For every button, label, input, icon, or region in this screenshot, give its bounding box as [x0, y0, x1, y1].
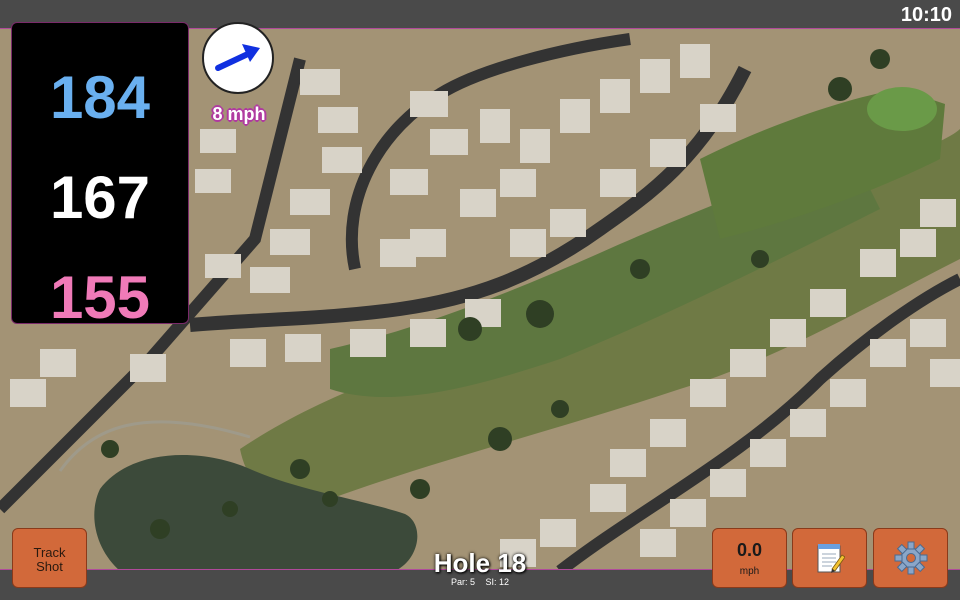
distance-front: 155 — [49, 264, 151, 331]
notes-button[interactable] — [792, 528, 867, 588]
speed-value: 0.0 — [736, 540, 763, 560]
track-shot-button[interactable]: Track Shot — [12, 528, 87, 588]
wind-indicator — [202, 22, 274, 94]
hole-info: Par: 5 SI: 12 — [380, 577, 580, 587]
settings-button[interactable] — [873, 528, 948, 588]
track-shot-label-line1: Track — [33, 545, 66, 560]
arrow-right-icon — [215, 44, 260, 71]
gear-icon — [894, 541, 927, 575]
hole-title: Hole 18 — [433, 548, 527, 578]
clock: 10:10 — [900, 4, 952, 26]
hole-par: Par: 5 — [450, 577, 475, 587]
distance-middle: 167 — [49, 164, 151, 231]
notepad-icon — [817, 544, 845, 573]
distance-panel: 184 167 155 — [11, 22, 189, 331]
hole-stroke-index: SI: 12 — [485, 577, 510, 587]
distance-back: 184 — [49, 64, 151, 131]
speed-button[interactable]: 0.0 mph — [712, 528, 787, 588]
speed-unit: mph — [739, 566, 760, 577]
track-shot-label-line2: Shot — [36, 559, 63, 574]
wind-speed-label: 8 mph — [212, 104, 266, 124]
